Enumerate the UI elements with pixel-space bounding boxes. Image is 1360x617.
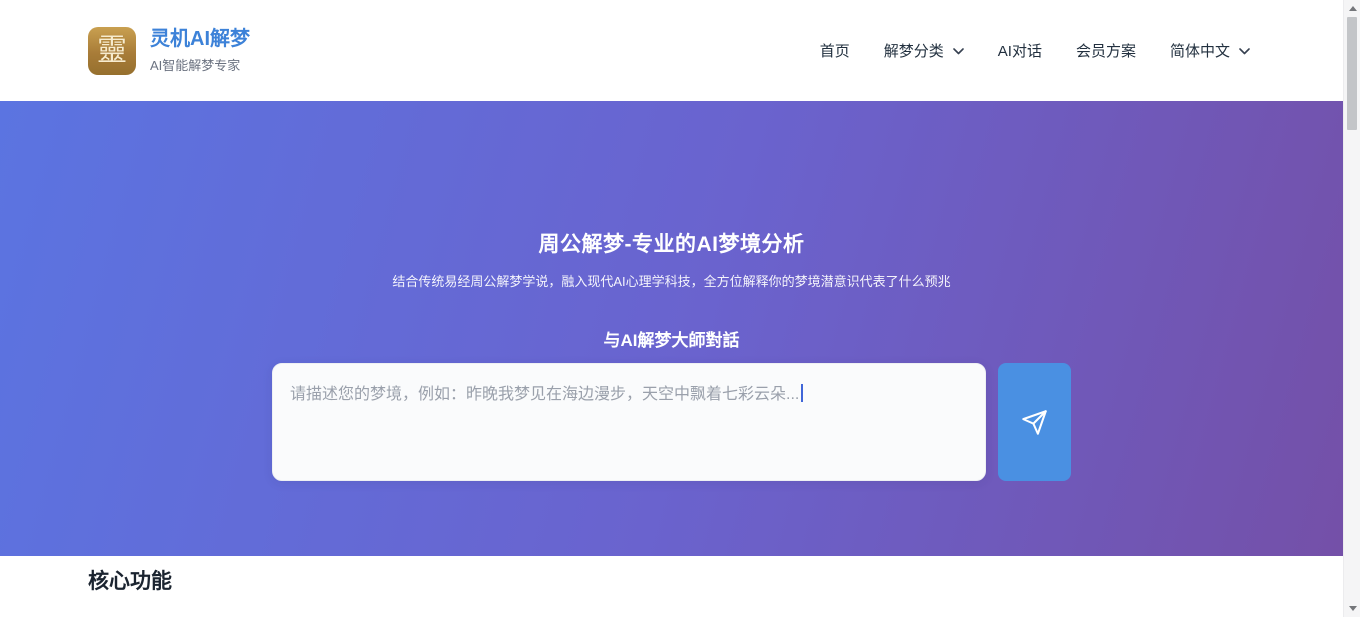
send-button[interactable] — [998, 363, 1071, 481]
hero-subtitle: 结合传统易经周公解梦学说，融入现代AI心理学科技，全方位解释你的梦境潜意识代表了… — [0, 271, 1343, 290]
dream-description-input[interactable]: 请描述您的梦境，例如：昨晚我梦见在海边漫步，天空中飘着七彩云朵... — [272, 363, 986, 481]
brand-text: 灵机AI解梦 AI智能解梦专家 — [150, 27, 250, 74]
triangle-down-icon — [1349, 606, 1357, 611]
nav-item-ai-chat[interactable]: AI对话 — [998, 40, 1042, 61]
scrollbar-up-button[interactable] — [1344, 0, 1360, 17]
nav-item-label: 首页 — [820, 40, 850, 61]
main-nav: 首页 解梦分类 AI对话 会员方案 简体中文 — [820, 40, 1250, 61]
brand-logo-icon: 靈 — [88, 27, 136, 75]
nav-item-dream-categories[interactable]: 解梦分类 — [884, 40, 964, 61]
dream-chat-input-row: 请描述您的梦境，例如：昨晚我梦见在海边漫步，天空中飘着七彩云朵... — [0, 363, 1343, 481]
nav-item-language-selector[interactable]: 简体中文 — [1170, 40, 1250, 61]
nav-item-label: AI对话 — [998, 40, 1042, 61]
features-heading: 核心功能 — [88, 565, 1343, 595]
hero-title: 周公解梦-专业的AI梦境分析 — [0, 228, 1343, 258]
brand-home-link[interactable]: 靈 灵机AI解梦 AI智能解梦专家 — [88, 27, 250, 75]
nav-item-membership[interactable]: 会员方案 — [1076, 40, 1136, 61]
brand-subtitle: AI智能解梦专家 — [150, 55, 250, 74]
site-header: 靈 灵机AI解梦 AI智能解梦专家 首页 解梦分类 AI对话 — [0, 0, 1343, 101]
chevron-down-icon — [953, 48, 964, 55]
input-placeholder-text: 请描述您的梦境，例如：昨晚我梦见在海边漫步，天空中飘着七彩云朵... — [290, 386, 799, 403]
features-section: 核心功能 — [0, 556, 1343, 617]
scrollbar-down-button[interactable] — [1344, 600, 1360, 617]
triangle-up-icon — [1349, 6, 1357, 11]
text-caret — [801, 384, 803, 402]
vertical-scrollbar[interactable] — [1343, 0, 1360, 617]
paper-plane-icon — [1021, 409, 1048, 436]
nav-item-label: 简体中文 — [1170, 40, 1230, 61]
nav-item-label: 解梦分类 — [884, 40, 944, 61]
chat-section-title: 与AI解梦大師對話 — [0, 326, 1343, 351]
nav-item-home[interactable]: 首页 — [820, 40, 850, 61]
nav-item-label: 会员方案 — [1076, 40, 1136, 61]
brand-title: 灵机AI解梦 — [150, 27, 250, 52]
chevron-down-icon — [1239, 48, 1250, 55]
scrollbar-thumb[interactable] — [1347, 17, 1357, 130]
hero-section: 周公解梦-专业的AI梦境分析 结合传统易经周公解梦学说，融入现代AI心理学科技，… — [0, 101, 1343, 556]
browser-viewport: 靈 灵机AI解梦 AI智能解梦专家 首页 解梦分类 AI对话 — [0, 0, 1360, 617]
